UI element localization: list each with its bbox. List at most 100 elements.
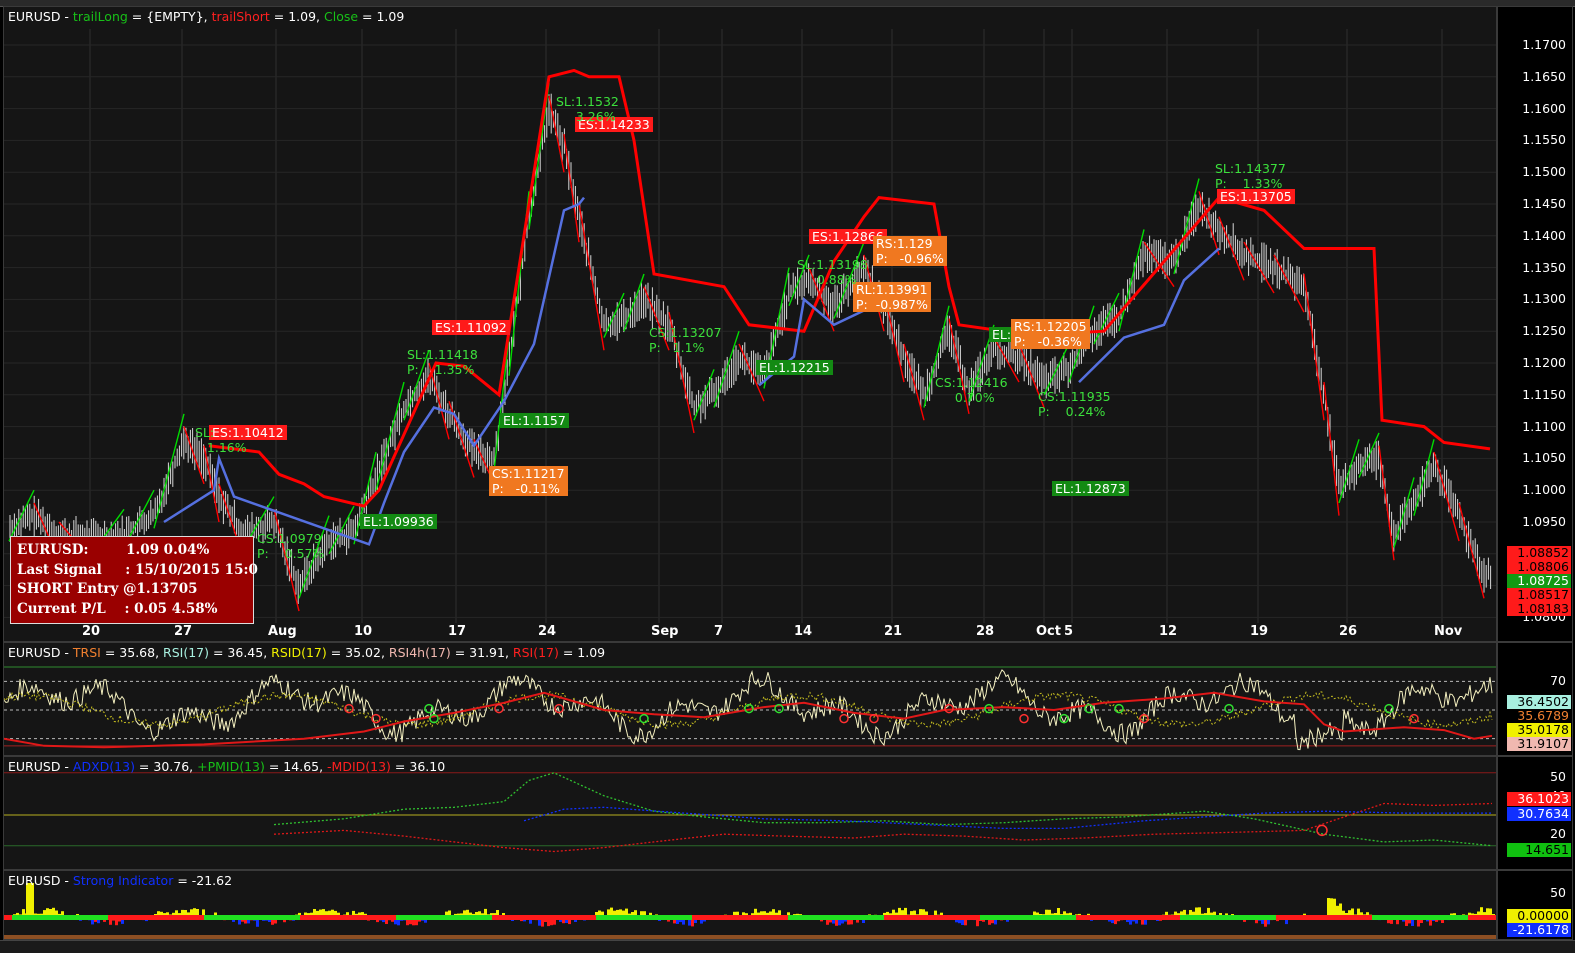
strong-state-strip xyxy=(444,915,452,920)
strong-state-strip xyxy=(604,915,612,920)
date-label: 7 xyxy=(714,624,724,639)
strong-state-strip xyxy=(36,915,44,920)
price-pane-title: EURUSD - trailLong = {EMPTY}, trailShort… xyxy=(8,9,404,24)
mmid-line xyxy=(273,802,1493,853)
adx-value-label: 36.1023 xyxy=(1507,792,1571,806)
strong-state-strip xyxy=(68,915,76,920)
strong-indicator-axis[interactable]: 50 0.00000 -21.6178 xyxy=(1497,870,1573,940)
strong-state-strip xyxy=(1076,915,1084,920)
strong-state-strip xyxy=(356,915,364,920)
strong-state-strip xyxy=(820,915,828,920)
adx-pane[interactable]: EURUSD - ADXD(13) = 30.76, +PMID(13) = 1… xyxy=(3,756,1497,870)
strong-state-strip xyxy=(1084,915,1092,920)
strong-state-strip xyxy=(396,915,404,920)
signal-annotation: RS:1.129 P: -0.96% xyxy=(873,236,947,266)
strong-state-strip xyxy=(844,915,852,920)
strong-state-strip xyxy=(1052,915,1060,920)
rsi-pane[interactable]: EURUSD - TRSI = 35.68, RSI(17) = 36.45, … xyxy=(3,642,1497,756)
strong-state-strip xyxy=(1020,915,1028,920)
strong-state-strip xyxy=(420,915,428,920)
date-label: Aug xyxy=(268,624,297,639)
adx-line xyxy=(523,806,1492,830)
signal-annotation: EL:1.12215 xyxy=(756,360,833,375)
price-axis[interactable]: 1.1700 1.1650 1.1600 1.1550 1.1500 1.1450 1.14… xyxy=(1497,6,1573,642)
price-axis-tick: 1.1700 xyxy=(1522,37,1566,52)
trail-long-segment xyxy=(1118,229,1145,332)
strong-state-strip xyxy=(948,915,956,920)
rsi-axis[interactable]: 70503036.450235.678935.017831.9107 xyxy=(1497,642,1573,756)
strong-state-strip xyxy=(556,915,564,920)
strong-state-strip xyxy=(332,915,340,920)
strong-state-strip xyxy=(1476,915,1484,920)
price-value-label: 1.08725 xyxy=(1507,574,1571,588)
strong-state-strip xyxy=(260,915,268,920)
trail-short-segment xyxy=(1378,445,1395,561)
strong-state-strip xyxy=(364,915,372,920)
strong-state-strip xyxy=(1180,915,1188,920)
date-label: 14 xyxy=(794,624,813,639)
strong-state-strip xyxy=(452,915,460,920)
signal-box-line1: EURUSD: 1.09 0.04% xyxy=(17,542,210,558)
strong-state-strip xyxy=(1108,915,1116,920)
price-axis-tick: 1.1250 xyxy=(1522,323,1566,339)
adx-axis[interactable]: 5040201036.102330.763414.651 xyxy=(1497,756,1573,870)
strong-state-strip xyxy=(1212,915,1220,920)
strong-state-strip xyxy=(372,915,380,920)
strong-state-strip xyxy=(44,915,52,920)
strong-state-strip xyxy=(1140,915,1148,920)
strong-state-strip xyxy=(588,915,596,920)
signal-annotation: EL:1.12873 xyxy=(1052,481,1129,496)
strong-state-strip xyxy=(180,915,188,920)
strong-state-strip xyxy=(84,915,92,920)
strong-state-strip xyxy=(564,915,572,920)
date-label: 12 xyxy=(1159,624,1178,639)
price-chart-pane[interactable]: EURUSD - trailLong = {EMPTY}, trailShort… xyxy=(3,6,1497,642)
strong-state-strip xyxy=(660,915,668,920)
sheet-tabs-strip[interactable] xyxy=(0,940,1575,953)
rsi-cross-marker xyxy=(1114,703,1124,714)
rsi-value-label: 35.6789 xyxy=(1507,709,1571,723)
strong-state-strip xyxy=(268,915,276,920)
strong-state-strip xyxy=(244,915,252,920)
strong-state-strip xyxy=(1100,915,1108,920)
rsi-cross-marker xyxy=(839,713,849,724)
adx-axis-tick: 50 xyxy=(1550,768,1566,784)
price-axis-tick: 1.1550 xyxy=(1522,132,1566,148)
trail-long-segment xyxy=(375,381,405,491)
strong-state-strip xyxy=(308,915,316,920)
rsi-title-symbol: EURUSD xyxy=(8,645,61,660)
strong-state-strip xyxy=(516,915,524,920)
signal-annotation: CS:1.11217 P: -0.11% xyxy=(489,466,568,496)
rsi-title-rsi-name: RSI(17) xyxy=(163,645,209,660)
strong-state-strip xyxy=(148,915,156,920)
strong-state-strip xyxy=(644,915,652,920)
strong-state-strip xyxy=(1260,915,1268,920)
strong-state-strip xyxy=(828,915,836,920)
strong-state-strip xyxy=(916,915,924,920)
strong-title-sep: - xyxy=(60,873,73,888)
strong-state-strip xyxy=(196,915,204,920)
adx-title-adx-value: = 30.76, xyxy=(134,759,198,774)
signal-annotation: CS:1.12416 0.70% xyxy=(935,375,1008,405)
strong-state-strip xyxy=(460,915,468,920)
strong-state-strip xyxy=(884,915,892,920)
strong-indicator-pane[interactable]: EURUSD - Strong Indicator = -21.62 xyxy=(3,870,1497,940)
signal-annotation: CS:1.11935 P: 0.24% xyxy=(1038,389,1111,419)
strong-state-strip xyxy=(300,915,308,920)
strong-state-strip xyxy=(276,915,284,920)
strong-state-strip xyxy=(92,915,100,920)
strong-state-strip xyxy=(1268,915,1276,920)
strong-state-strip xyxy=(772,915,780,920)
strong-state-strip xyxy=(476,915,484,920)
price-value-label: 1.08806 xyxy=(1507,560,1571,574)
strong-state-strip xyxy=(572,915,580,920)
strong-state-strip xyxy=(780,915,788,920)
strong-state-strip xyxy=(1388,915,1396,920)
trail-short-segment xyxy=(563,133,580,243)
signal-box-line2: Last Signal : 15/10/2015 15:0 xyxy=(17,561,258,578)
rsi-axis-tick: 70 xyxy=(1550,673,1566,689)
strong-state-strip xyxy=(20,915,28,920)
strong-state-strip xyxy=(628,915,636,920)
adx-title-adx-name: ADXD(13) xyxy=(72,759,135,774)
strong-state-strip xyxy=(1028,915,1036,920)
